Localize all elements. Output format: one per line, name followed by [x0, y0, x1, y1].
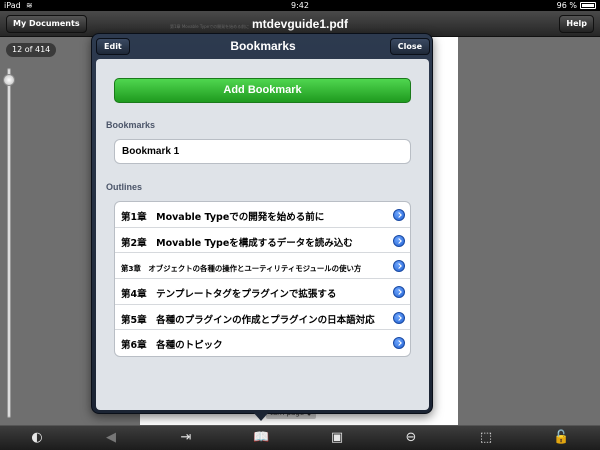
outline-item-label: 第1章 Movable Typeでの開発を始める前に [121, 212, 325, 223]
battery-status: 96 % [557, 0, 596, 11]
battery-percent: 96 % [556, 1, 577, 10]
outline-item-label: 第5章 各種のプラグインの作成とプラグインの日本語対応 [121, 314, 375, 326]
outline-list: 第1章 Movable Typeでの開発を始める前に 第2章 Movable T… [114, 201, 411, 358]
disclosure-icon[interactable] [393, 337, 405, 350]
help-button[interactable]: Help [559, 15, 594, 33]
page-slider[interactable] [7, 68, 11, 418]
bookmarks-heading: Bookmarks [106, 120, 156, 130]
close-button[interactable]: Close [389, 38, 430, 55]
lock-icon[interactable]: 🔓 [553, 430, 569, 446]
outline-item[interactable]: 第1章 Movable Typeでの開発を始める前に [115, 202, 410, 228]
popover-body: Add Bookmark Bookmarks Bookmark 1 Outlin… [96, 59, 429, 410]
bookmarks-popover: Edit Bookmarks Close Add Bookmark Bookma… [91, 33, 433, 414]
disclosure-icon[interactable] [393, 209, 405, 221]
export-icon[interactable]: ⇥ [178, 430, 194, 446]
popover-header: Edit Bookmarks Close [92, 34, 434, 59]
clock: 9:42 [291, 1, 309, 10]
bottom-toolbar: ◐ ◀ ⇥ 📖 ▣ ⊖ ⬚ 🔓 [0, 425, 600, 450]
outline-item-label: 第6章 各種のトピック [121, 340, 223, 352]
outlines-heading: Outlines [106, 182, 143, 192]
crop-icon[interactable]: ⬚ [478, 430, 494, 446]
popover-arrow [253, 412, 269, 421]
outline-item-label: 第3章 オブジェクトの各種の操作とユーティリティモジュールの使い方 [121, 264, 362, 274]
bookmarks-icon[interactable]: 📖 [253, 430, 269, 446]
contrast-icon[interactable]: ◐ [29, 430, 45, 446]
page-slider-thumb[interactable] [3, 74, 15, 86]
document-header-snippet: 第1章 Movable Typeでの開発を始める前に [170, 24, 250, 29]
outline-item[interactable]: 第6章 各種のトピック [115, 330, 410, 356]
status-bar: iPad ≋ 9:42 96 % [0, 0, 600, 11]
outline-item-label: 第4章 テンプレートタグをプラグインで拡張する [121, 289, 337, 301]
disclosure-icon[interactable] [393, 234, 405, 247]
zoom-out-icon[interactable]: ⊖ [403, 430, 419, 446]
battery-icon [580, 2, 596, 9]
bookmark-item[interactable]: Bookmark 1 [114, 139, 411, 164]
back-arrow-icon[interactable]: ◀ [103, 430, 119, 446]
disclosure-icon[interactable] [393, 286, 405, 299]
page-icon[interactable]: ▣ [329, 430, 345, 446]
outline-item[interactable]: 第5章 各種のプラグインの作成とプラグインの日本語対応 [115, 305, 410, 331]
outline-item-label: 第2章 Movable Typeを構成するデータを読み込む [121, 237, 353, 249]
add-bookmark-button[interactable]: Add Bookmark [114, 78, 411, 103]
outline-item[interactable]: 第3章 オブジェクトの各種の操作とユーティリティモジュールの使い方 [115, 253, 410, 280]
disclosure-icon[interactable] [393, 311, 405, 324]
popover-title: Bookmarks [230, 39, 296, 53]
outline-item[interactable]: 第2章 Movable Typeを構成するデータを読み込む [115, 228, 410, 254]
disclosure-icon[interactable] [393, 260, 405, 273]
page-indicator: 12 of 414 [6, 43, 57, 57]
outline-item[interactable]: 第4章 テンプレートタグをプラグインで拡張する [115, 279, 410, 305]
